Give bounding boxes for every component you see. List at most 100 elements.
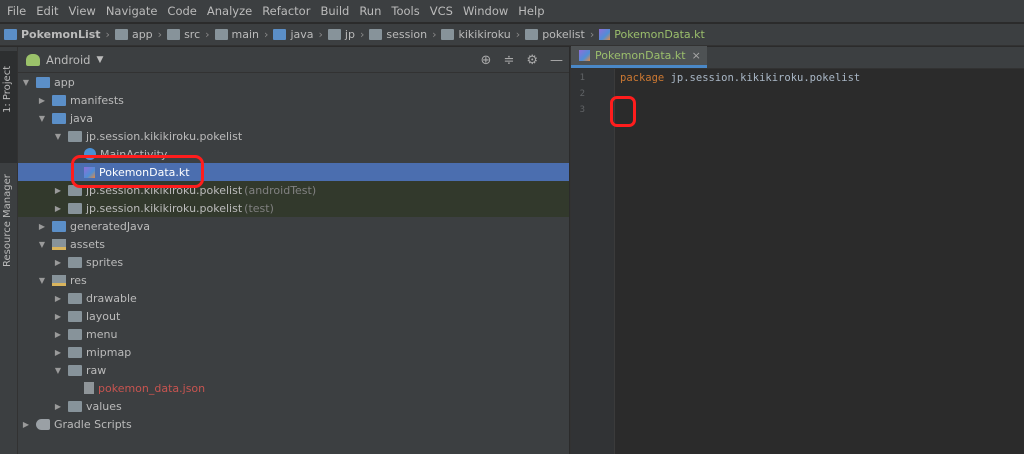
menu-view[interactable]: View [64, 0, 101, 22]
chevron-down-icon[interactable]: ▼ [96, 55, 103, 65]
editor-tab-bar: PokemonData.kt × [571, 46, 1024, 69]
tree-item-pokemon-data-json[interactable]: pokemon_data.json [18, 379, 569, 397]
menu-window[interactable]: Window [458, 0, 513, 22]
menu-run[interactable]: Run [354, 0, 386, 22]
tree-item-manifests[interactable]: ▶ manifests [18, 91, 569, 109]
breadcrumb-label: src [184, 28, 201, 41]
menu-refactor[interactable]: Refactor [257, 0, 315, 22]
close-icon[interactable]: × [692, 49, 701, 62]
menu-code[interactable]: Code [162, 0, 201, 22]
tree-item-suffix: (androidTest) [244, 183, 317, 197]
breadcrumb-label: main [231, 28, 260, 41]
folder-icon [68, 256, 82, 268]
menu-tools[interactable]: Tools [386, 0, 424, 22]
expand-arrow[interactable]: ▼ [20, 78, 32, 87]
tree-item-gradle-scripts[interactable]: ▶ Gradle Scripts [18, 415, 569, 433]
breadcrumb-item-java[interactable]: java [273, 28, 314, 41]
expand-arrow[interactable]: ▼ [36, 114, 48, 123]
breadcrumb-item-session[interactable]: session [369, 28, 427, 41]
folder-icon [68, 400, 82, 412]
expand-arrow[interactable]: ▶ [36, 96, 48, 105]
breadcrumb-item-file[interactable]: PokemonData.kt [599, 28, 705, 41]
tree-item-res[interactable]: ▼ res [18, 271, 569, 289]
menu-edit[interactable]: Edit [31, 0, 63, 22]
breadcrumb-separator: › [157, 28, 163, 41]
editor-tab-label: PokemonData.kt [595, 49, 686, 62]
breadcrumb-item-main[interactable]: main [214, 28, 260, 41]
tree-item-drawable[interactable]: ▶ drawable [18, 289, 569, 307]
expand-arrow[interactable]: ▶ [52, 258, 64, 267]
project-icon [4, 29, 17, 40]
minimize-icon[interactable]: — [550, 53, 563, 68]
menu-analyze[interactable]: Analyze [202, 0, 257, 22]
code-keyword: package [620, 72, 665, 84]
tree-item-java[interactable]: ▼ java [18, 109, 569, 127]
gear-icon[interactable]: ⚙ [526, 53, 538, 68]
menu-vcs[interactable]: VCS [425, 0, 458, 22]
tree-item-layout[interactable]: ▶ layout [18, 307, 569, 325]
expand-arrow[interactable]: ▶ [52, 186, 64, 195]
expand-arrow[interactable]: ▼ [36, 240, 48, 249]
tree-item-mipmap[interactable]: ▶ mipmap [18, 343, 569, 361]
breadcrumb-separator: › [432, 28, 437, 41]
resource-folder-icon [52, 274, 66, 286]
expand-arrow[interactable]: ▶ [52, 348, 64, 357]
kotlin-file-icon [599, 29, 611, 40]
line-number-gutter: 1 2 3 [571, 69, 615, 454]
tree-item-label: app [54, 75, 75, 89]
breadcrumb-item-app[interactable]: app [114, 28, 153, 41]
expand-arrow[interactable]: ▼ [36, 276, 48, 285]
cursor-annotation [610, 96, 636, 127]
breadcrumb-separator: › [105, 28, 110, 41]
folder-icon [114, 29, 128, 40]
code-package-name: jp.session.kikikiroku.pokelist [670, 72, 861, 84]
collapse-icon[interactable]: ≑ [503, 53, 514, 68]
tree-item-sprites[interactable]: ▶ sprites [18, 253, 569, 271]
project-tool-tab-label[interactable]: 1: Project [2, 66, 13, 113]
tree-item-package-test[interactable]: ▶ jp.session.kikikiroku.pokelist (test) [18, 199, 569, 217]
tree-item-raw[interactable]: ▼ raw [18, 361, 569, 379]
menu-file[interactable]: File [2, 0, 31, 22]
folder-icon [369, 29, 383, 40]
expand-arrow[interactable]: ▶ [52, 294, 64, 303]
source-folder-icon [273, 29, 287, 40]
menu-help[interactable]: Help [513, 0, 549, 22]
expand-arrow[interactable]: ▼ [52, 132, 64, 141]
expand-arrow[interactable]: ▶ [20, 420, 32, 429]
view-mode-label[interactable]: Android [46, 53, 90, 67]
breadcrumb-item-project[interactable]: PokemonList [4, 28, 101, 41]
tree-item-app[interactable]: ▼ app [18, 73, 569, 91]
breadcrumb-item-kikikiroku[interactable]: kikikiroku [441, 28, 511, 41]
menu-navigate[interactable]: Navigate [101, 0, 163, 22]
expand-arrow[interactable]: ▶ [52, 204, 64, 213]
code-line[interactable]: package jp.session.kikikiroku.pokelist [620, 70, 860, 86]
tree-item-label: drawable [86, 291, 137, 305]
resource-folder-icon [52, 238, 66, 250]
breadcrumb-item-jp[interactable]: jp [327, 28, 355, 41]
target-icon[interactable]: ⊕ [481, 53, 492, 68]
folder-icon [52, 220, 66, 232]
resource-manager-tab[interactable]: Resource Manager [2, 174, 13, 267]
tree-item-assets[interactable]: ▼ assets [18, 235, 569, 253]
expand-arrow[interactable]: ▶ [52, 330, 64, 339]
tree-item-label: sprites [86, 255, 124, 269]
menu-bar: File Edit View Navigate Code Analyze Ref… [0, 0, 1024, 22]
breadcrumb-label: java [290, 28, 314, 41]
breadcrumb-item-src[interactable]: src [167, 28, 200, 41]
tree-item-menu[interactable]: ▶ menu [18, 325, 569, 343]
expand-arrow[interactable]: ▶ [52, 402, 64, 411]
menu-build[interactable]: Build [315, 0, 354, 22]
expand-arrow[interactable]: ▶ [52, 312, 64, 321]
tree-item-values[interactable]: ▶ values [18, 397, 569, 415]
project-panel-header: Android ▼ ⊕ ≑ ⚙ — [18, 47, 569, 73]
editor-tab-pokemondata[interactable]: PokemonData.kt × [571, 46, 707, 68]
tree-item-generatedjava[interactable]: ▶ generatedJava [18, 217, 569, 235]
expand-arrow[interactable]: ▶ [36, 222, 48, 231]
breadcrumb-label: pokelist [542, 28, 585, 41]
line-number: 3 [579, 105, 585, 115]
folder-icon [68, 310, 82, 322]
expand-arrow[interactable]: ▼ [52, 366, 64, 375]
tree-item-label: jp.session.kikikiroku.pokelist [86, 201, 243, 215]
breadcrumb-item-pokelist[interactable]: pokelist [525, 28, 585, 41]
tree-item-package[interactable]: ▼ jp.session.kikikiroku.pokelist [18, 127, 569, 145]
